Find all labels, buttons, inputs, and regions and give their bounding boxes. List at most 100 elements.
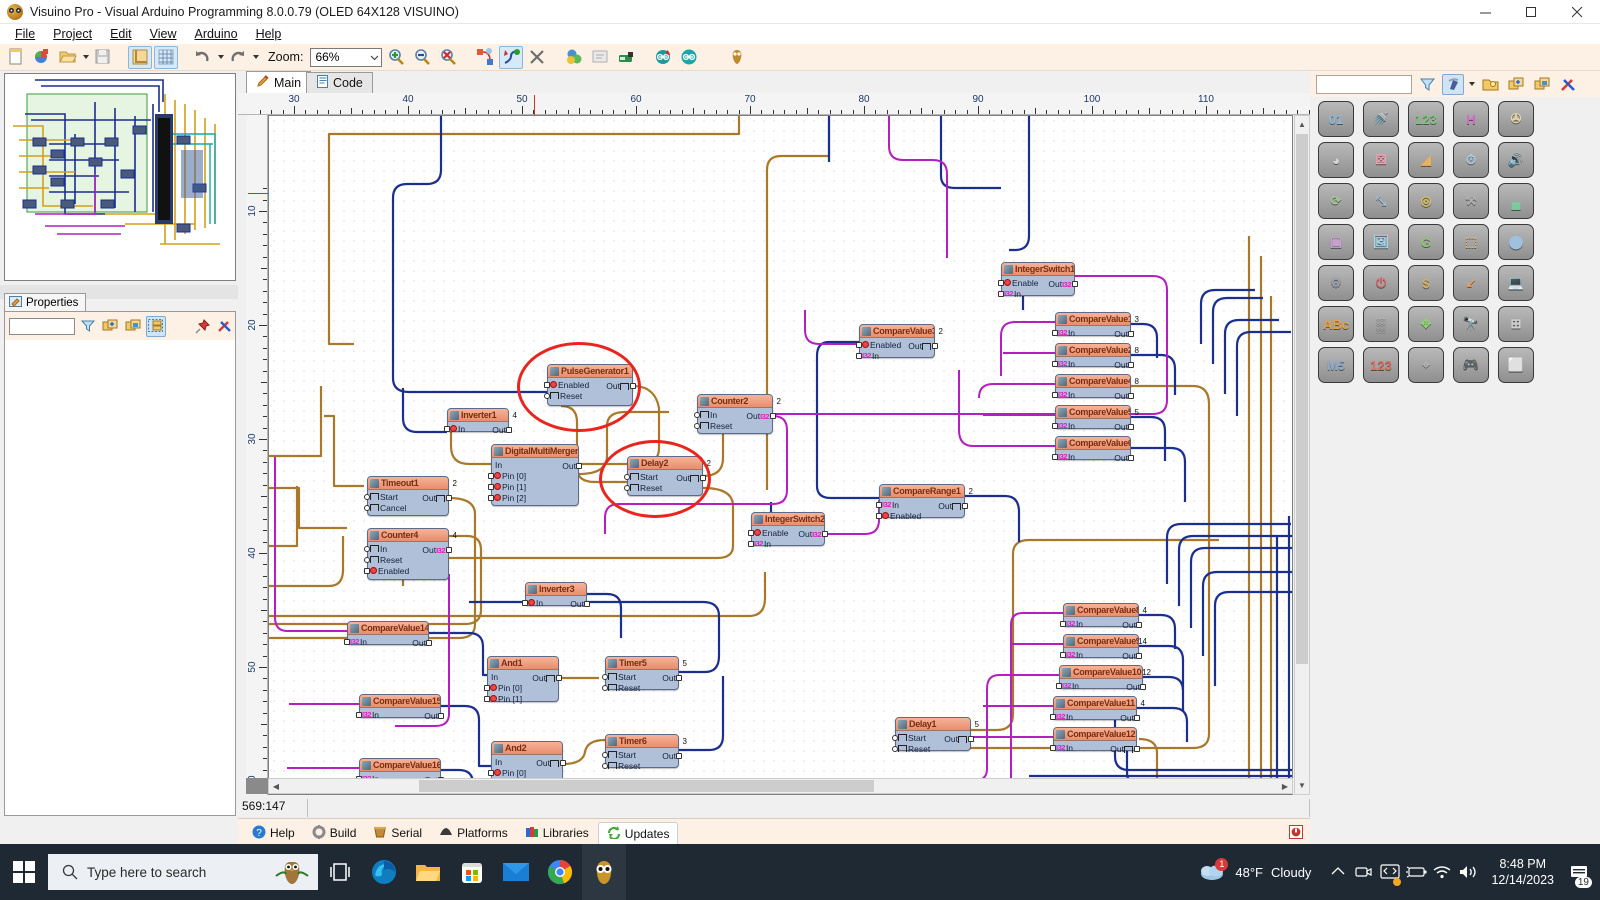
binary-icon[interactable]: 01 [1318, 101, 1354, 137]
output-port[interactable] [1136, 622, 1142, 628]
arrange-icon[interactable] [473, 46, 497, 69]
dock-tab-platforms[interactable]: Platforms [431, 822, 516, 844]
component-comparevalue11[interactable]: CompareValue11 I32 In Out 4 [1050, 696, 1145, 723]
close-button[interactable] [1554, 0, 1600, 24]
random-icon[interactable]: ⚄ [1363, 142, 1399, 178]
hexadecimal-icon[interactable]: H [1453, 101, 1489, 137]
cut-connection-icon[interactable] [525, 46, 549, 69]
settings-icon[interactable] [1557, 74, 1579, 95]
input-port[interactable] [488, 495, 494, 501]
input-port[interactable] [364, 568, 370, 574]
output-port[interactable] [1128, 393, 1134, 399]
battery-icon[interactable] [1403, 844, 1429, 900]
packet-icon[interactable]: ⬚ [1453, 224, 1489, 260]
component-comparevalue6[interactable]: CompareValue6 I32 In Out [1052, 436, 1134, 463]
file-explorer-icon[interactable] [406, 844, 450, 900]
transform-icon[interactable]: ⤡ [1363, 183, 1399, 219]
maximize-button[interactable] [1508, 0, 1554, 24]
notification-center-button[interactable]: 19 [1564, 844, 1594, 900]
remote-icon[interactable]: 💻 [1498, 265, 1534, 301]
component-comparevalue4[interactable]: CompareValue4 I32 In Out 8 [1052, 374, 1139, 401]
output-port[interactable] [932, 343, 938, 349]
input-port[interactable] [602, 763, 608, 769]
input-pin-row[interactable]: Pin [0] [494, 470, 576, 481]
input-pin-row[interactable]: Pin [0] [490, 682, 556, 693]
filter-icon[interactable] [78, 316, 98, 337]
input-port[interactable] [364, 494, 370, 500]
horizontal-scrollbar[interactable]: ◀ ▶ [268, 778, 1293, 794]
output-pin-row[interactable]: Out [422, 493, 446, 503]
output-port[interactable] [560, 760, 566, 766]
input-pin-row[interactable]: Reset [700, 420, 770, 431]
input-pin-row[interactable]: Reset [898, 743, 968, 754]
output-pin-row[interactable]: Out [1110, 744, 1134, 754]
clock-icon[interactable]: ⏱ [1453, 142, 1489, 178]
menu-help[interactable]: Help [247, 25, 291, 43]
output-pin-row[interactable]: Out [1122, 651, 1136, 661]
close-dock-icon[interactable] [1288, 823, 1304, 841]
input-pin-row[interactable]: Reset [608, 682, 676, 693]
output-port[interactable] [968, 736, 974, 742]
component-header[interactable]: Delay1 [896, 718, 970, 731]
tab-properties[interactable]: Properties [4, 293, 86, 312]
output-pin-row[interactable]: Out [1114, 329, 1128, 339]
output-port[interactable] [556, 675, 562, 681]
box-icon[interactable]: ⬜ [1498, 347, 1534, 383]
zoom-combobox[interactable]: 66% [310, 47, 383, 67]
output-port[interactable] [676, 753, 682, 759]
component-comparevalue10[interactable]: CompareValue10 I32 In Out 12 [1056, 665, 1151, 692]
output-pin-row[interactable]: Out [570, 599, 584, 609]
components-icon[interactable] [562, 46, 586, 69]
component-header[interactable]: CompareValue15 [360, 695, 440, 708]
output-port[interactable] [676, 675, 682, 681]
minimize-button[interactable] [1462, 0, 1508, 24]
text-icon[interactable]: ABc [1318, 306, 1354, 342]
output-pin-row[interactable]: Out I32 [746, 411, 770, 421]
input-port[interactable] [484, 696, 490, 702]
logic-icon[interactable]: ◎ [1408, 183, 1444, 219]
component-digitalmultimerger1[interactable]: DigitalMultiMerger1 In Pin [0] Pin [1] Pin [… [488, 444, 582, 506]
space-icon[interactable]: 🔭 [1453, 306, 1489, 342]
input-port[interactable] [998, 291, 1004, 297]
input-pin-row[interactable]: Enabled [882, 510, 962, 521]
vertical-scrollbar[interactable]: ▲ ▼ [1294, 115, 1310, 795]
component-counter4[interactable]: Counter4 In Reset Enabled Out I32 4 [364, 528, 457, 580]
camera-icon[interactable] [1351, 844, 1377, 900]
taskbar-search-box[interactable]: Type here to search [48, 854, 318, 890]
properties-grid[interactable] [5, 340, 235, 815]
input-pin-row[interactable]: I32In [754, 538, 822, 549]
input-port[interactable] [602, 685, 608, 691]
output-pin-row[interactable]: Out [1120, 713, 1134, 723]
add-component-icon[interactable] [101, 316, 121, 337]
windows-start-button[interactable] [0, 844, 48, 900]
output-port[interactable] [576, 463, 582, 469]
owl-about-icon[interactable] [725, 46, 749, 69]
output-port[interactable] [1128, 331, 1134, 337]
component-header[interactable]: CompareValue2 [1056, 344, 1130, 357]
open-folder-dropdown-arrow[interactable] [83, 55, 89, 59]
currency-icon[interactable]: $ [1408, 265, 1444, 301]
input-pin-row[interactable]: Reset [370, 554, 446, 565]
output-port[interactable] [962, 503, 968, 509]
number-icon[interactable]: 123 [1363, 347, 1399, 383]
motor-icon[interactable]: ⚙ [1318, 265, 1354, 301]
output-port[interactable] [446, 495, 452, 501]
redo-icon[interactable] [226, 46, 250, 69]
analog-icon[interactable]: 🚿 [1363, 101, 1399, 137]
display-icon[interactable]: ▣ [1318, 224, 1354, 260]
output-pin-row[interactable]: Out [1114, 360, 1128, 370]
input-pin-row[interactable]: Enabled [370, 565, 446, 576]
measure-icon[interactable]: ⌖ [1408, 347, 1444, 383]
m5stack-icon[interactable]: M5 [1318, 347, 1354, 383]
mail-icon[interactable] [494, 844, 538, 900]
input-pin-row[interactable]: I32In [862, 350, 932, 361]
input-port[interactable] [364, 505, 370, 511]
input-port[interactable] [522, 600, 528, 606]
component-header[interactable]: Counter2 [698, 395, 772, 408]
ruler-icon[interactable] [128, 45, 152, 69]
component-timeout1[interactable]: Timeout1 Start Cancel Out 2 [364, 476, 457, 516]
grid-icon[interactable] [154, 45, 178, 69]
input-port[interactable] [344, 639, 350, 645]
component-comparevalue9[interactable]: CompareValue9 I32 In Out 14 [1060, 634, 1147, 661]
input-port[interactable] [892, 735, 898, 741]
